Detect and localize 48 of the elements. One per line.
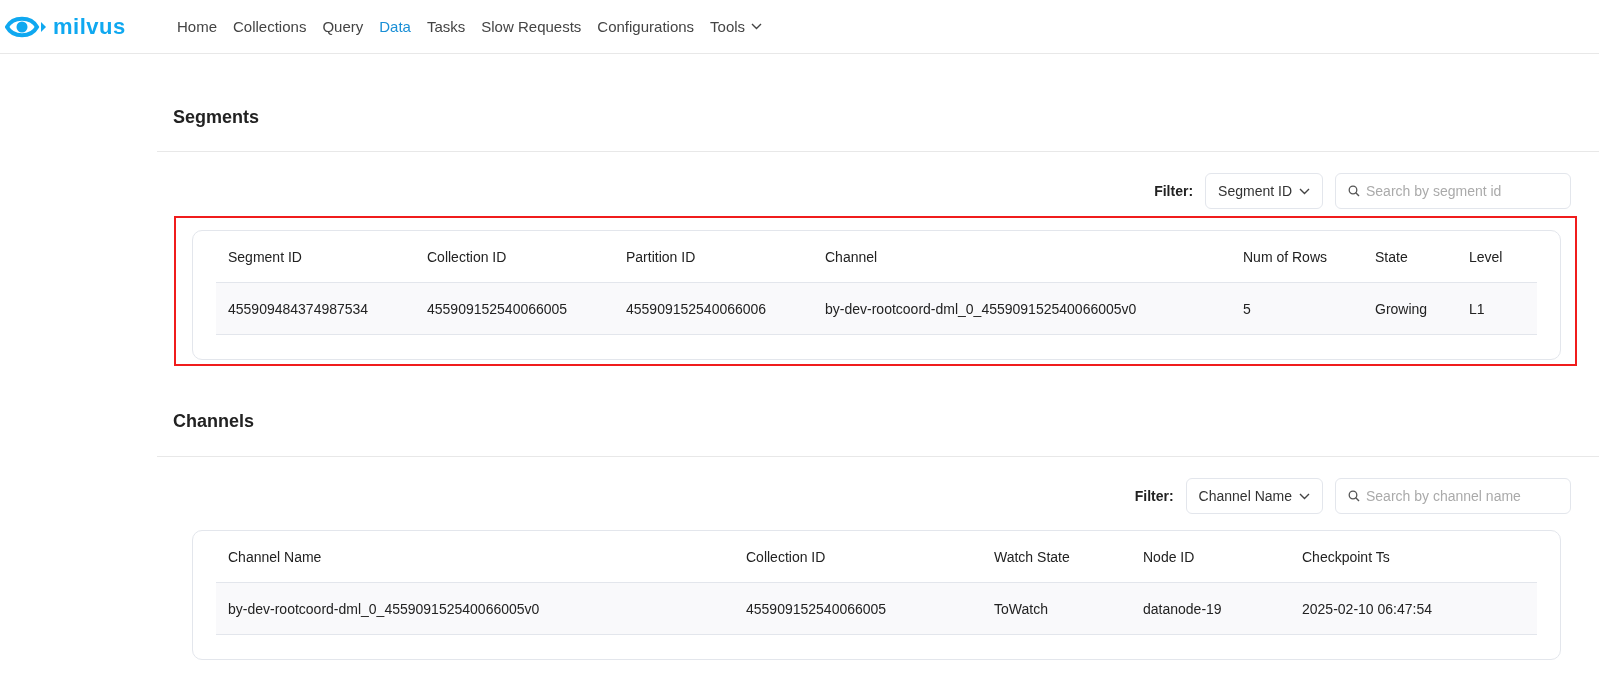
column-header: Level	[1468, 247, 1504, 267]
nav-link[interactable]: Data	[371, 18, 419, 35]
search-field[interactable]: Search by segment id	[1335, 173, 1571, 209]
column-header: Collection ID	[426, 247, 508, 267]
table-cell-text: 455909152540066005	[426, 299, 569, 319]
table-cell-text: 455909152540066006	[625, 299, 768, 319]
table-cell-text: datanode-19	[1142, 599, 1223, 619]
column-header: Watch State	[993, 547, 1071, 567]
section-title: Segments	[157, 55, 1599, 152]
search-icon	[1348, 185, 1360, 197]
nav-link[interactable]: Configurations	[589, 18, 703, 35]
nav-link[interactable]: Home	[169, 18, 225, 35]
chevron-down-icon	[1299, 492, 1310, 500]
table-cell-text: 5	[1242, 299, 1252, 319]
table-cell-text: 455909484374987534	[227, 299, 370, 319]
nav-link[interactable]: Collections	[225, 18, 315, 35]
filter-label: Filter:	[1154, 183, 1194, 199]
chevron-down-icon	[1299, 187, 1310, 195]
table-cell-text: 455909152540066005	[745, 599, 888, 619]
table-cell-text: ToWatch	[993, 599, 1049, 619]
filter-select[interactable]: Channel Name	[1185, 478, 1323, 514]
column-header: Node ID	[1142, 547, 1196, 567]
column-header: Collection ID	[745, 547, 827, 567]
table-row[interactable]: by-dev-rootcoord-dml_0_455909152540066005v0 455909152540066005 ToWatch datanode-19 2025-02-10 06:47:54	[216, 583, 1537, 635]
column-header: Segment ID	[227, 247, 303, 267]
chevron-down-icon	[751, 23, 763, 30]
table-cell-text: Growing	[1374, 299, 1429, 319]
nav-link[interactable]: Slow Requests	[473, 18, 590, 35]
table-cell-text: by-dev-rootcoord-dml_0_455909152540066005v0	[227, 599, 541, 619]
brand-name: milvus	[53, 13, 126, 40]
column-header: Checkpoint Ts	[1301, 547, 1391, 567]
column-header: Channel	[824, 247, 879, 267]
table-cell-text: 2025-02-10 06:47:54	[1301, 599, 1433, 619]
table-row[interactable]: 455909484374987534 455909152540066005 455909152540066006 by-dev-rootcoord-dml_0_455909152540066005v0 5 Growing L1	[216, 283, 1537, 335]
table-cell-text: by-dev-rootcoord-dml_0_455909152540066005v0	[824, 299, 1138, 319]
column-header: Num of Rows	[1242, 247, 1329, 267]
section-title: Channels	[157, 367, 1599, 457]
search-icon	[1348, 490, 1360, 502]
nav-link[interactable]: Tasks	[418, 18, 474, 35]
filter-select[interactable]: Segment ID	[1205, 173, 1323, 209]
column-header: State	[1374, 247, 1409, 267]
search-field[interactable]: Search by channel name	[1335, 478, 1571, 514]
nav-link[interactable]: Tools	[702, 18, 771, 35]
table-cell-text: L1	[1468, 299, 1486, 319]
nav-link[interactable]: Query	[314, 18, 372, 35]
column-header: Channel Name	[227, 547, 323, 567]
filter-label: Filter:	[1134, 488, 1174, 504]
column-header: Partition ID	[625, 247, 697, 267]
